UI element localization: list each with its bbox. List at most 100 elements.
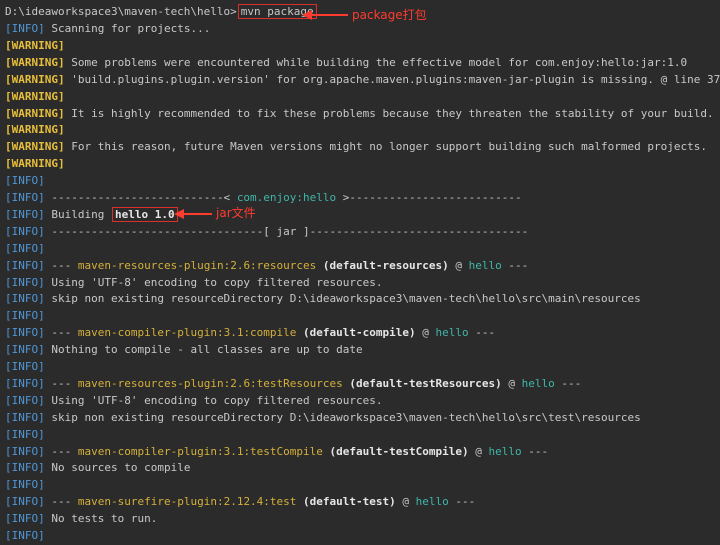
log-line: [INFO] --------------------------------[… (5, 223, 528, 240)
log-line: [INFO] (5, 307, 51, 324)
execution-id: (default-test) (303, 495, 396, 509)
log-line: [INFO] (5, 527, 51, 544)
log-level-tag: [WARNING] (5, 38, 65, 52)
log-level-tag: [INFO] (5, 444, 45, 458)
execution-id: (default-testResources) (349, 376, 502, 390)
log-message: --------------------------------[ jar ]-… (51, 224, 529, 238)
log-line: [INFO] --- maven-surefire-plugin:2.12.4:… (5, 495, 476, 509)
log-level-tag: [WARNING] (5, 55, 65, 69)
log-level-tag: [WARNING] (5, 89, 65, 103)
project-name: hello (488, 444, 522, 458)
project-name: hello (415, 495, 449, 509)
log-level-tag: [INFO] (5, 207, 45, 221)
log-line: [WARNING] It is highly recommended to fi… (5, 105, 714, 122)
separator: >-------------------------- (336, 191, 522, 204)
log-message: Scanning for projects... (51, 22, 211, 35)
log-level-tag: [INFO] (5, 275, 45, 289)
log-level-tag: [INFO] (5, 292, 45, 306)
execution-id: (default-compile) (303, 326, 416, 340)
log-message: Using 'UTF-8' encoding to copy filtered … (51, 393, 383, 407)
log-level-tag: [INFO] (5, 326, 45, 340)
log-level-tag: [INFO] (5, 478, 45, 492)
log-line: [WARNING] 'build.plugins.plugin.version'… (5, 71, 720, 88)
log-message: No tests to run. (51, 512, 158, 526)
log-level-tag: [WARNING] (5, 72, 65, 86)
log-message: skip non existing resourceDirectory D:\i… (51, 292, 641, 306)
build-label: Building (51, 207, 111, 221)
log-line: [WARNING] Some problems were encountered… (5, 54, 687, 71)
plugin-goal: maven-compiler-plugin:3.1:compile (77, 326, 297, 340)
artifact-coordinates: com.enjoy:hello (236, 191, 337, 204)
log-level-tag: [WARNING] (5, 157, 65, 171)
log-level-tag: [INFO] (5, 174, 45, 188)
log-level-tag: [INFO] (5, 393, 45, 407)
log-line: [INFO] No tests to run. (5, 510, 157, 527)
plugin-goal: maven-resources-plugin:2.6:testResources (77, 376, 343, 390)
log-level-tag: [INFO] (5, 191, 45, 204)
plugin-goal: maven-resources-plugin:2.6:resources (77, 258, 317, 272)
log-level-tag: [INFO] (5, 258, 45, 272)
log-level-tag: [INFO] (5, 360, 45, 373)
log-line: [WARNING] (5, 155, 71, 172)
log-message: Using 'UTF-8' encoding to copy filtered … (51, 275, 383, 289)
project-name: hello (435, 326, 469, 340)
log-line: [INFO] (5, 476, 51, 493)
log-line: [INFO] (5, 358, 51, 375)
execution-id: (default-resources) (322, 258, 449, 272)
log-line: [INFO] --------------------------< com.e… (5, 189, 522, 206)
log-message: It is highly recommended to fix these pr… (71, 106, 714, 120)
log-line: [INFO] (5, 426, 51, 443)
log-line: [INFO] (5, 240, 51, 257)
log-line: [INFO] (5, 172, 51, 189)
package-annotation-label: package打包 (352, 8, 427, 22)
log-line: [WARNING] (5, 88, 71, 105)
log-line: [INFO] --- maven-resources-plugin:2.6:re… (5, 258, 529, 272)
plugin-goal: maven-compiler-plugin:3.1:testCompile (77, 444, 323, 458)
log-level-tag: [INFO] (5, 22, 45, 35)
plugin-goal: maven-surefire-plugin:2.12.4:test (77, 495, 297, 509)
log-message: No sources to compile (51, 461, 191, 475)
log-line: [INFO] skip non existing resourceDirecto… (5, 290, 641, 307)
log-level-tag: [INFO] (5, 512, 45, 526)
log-line: [INFO] Scanning for projects... (5, 20, 210, 37)
project-name: hello (521, 376, 555, 390)
build-artifact-version: hello 1.0 (111, 206, 178, 222)
log-line: [INFO] --- maven-resources-plugin:2.6:te… (5, 376, 582, 390)
log-level-tag: [INFO] (5, 309, 45, 323)
log-level-tag: [INFO] (5, 427, 45, 441)
log-message: For this reason, future Maven versions m… (71, 140, 707, 154)
log-level-tag: [WARNING] (5, 106, 65, 120)
log-level-tag: [INFO] (5, 343, 45, 357)
log-line: [INFO] --- maven-compiler-plugin:3.1:tes… (5, 444, 549, 458)
log-level-tag: [INFO] (5, 376, 45, 390)
log-level-tag: [INFO] (5, 241, 45, 255)
execution-id: (default-testCompile) (329, 444, 469, 458)
log-line: [INFO] --- maven-compiler-plugin:3.1:com… (5, 326, 496, 340)
log-level-tag: [INFO] (5, 224, 45, 238)
log-line: [INFO] Using 'UTF-8' encoding to copy fi… (5, 274, 383, 291)
jar-arrow-icon (174, 209, 212, 219)
prompt-path: D:\ideaworkspace3\maven-tech\hello> (5, 5, 237, 18)
log-line: [WARNING] For this reason, future Maven … (5, 138, 707, 155)
log-line: [INFO] Nothing to compile - all classes … (5, 341, 363, 358)
log-level-tag: [INFO] (5, 410, 45, 424)
log-message: Some problems were encountered while bui… (71, 55, 688, 69)
log-line: [WARNING] (5, 37, 71, 54)
log-line: [WARNING] (5, 121, 71, 138)
log-line: [INFO] Building hello 1.0 (5, 206, 178, 223)
log-message: Nothing to compile - all classes are up … (51, 343, 363, 357)
log-line: [INFO] skip non existing resourceDirecto… (5, 409, 641, 426)
log-level-tag: [INFO] (5, 529, 45, 542)
terminal-output[interactable]: D:\ideaworkspace3\maven-tech\hello> mvn p… (0, 0, 720, 545)
command-line: D:\ideaworkspace3\maven-tech\hello> mvn p… (5, 3, 317, 20)
log-message: 'build.plugins.plugin.version' for org.a… (71, 72, 720, 86)
log-level-tag: [INFO] (5, 495, 45, 509)
separator: --------------------------< (51, 191, 237, 204)
log-line: [INFO] Using 'UTF-8' encoding to copy fi… (5, 392, 383, 409)
log-line: [INFO] No sources to compile (5, 459, 190, 476)
package-arrow-icon (302, 10, 348, 20)
log-level-tag: [INFO] (5, 461, 45, 475)
jar-annotation-label: jar文件 (216, 206, 256, 220)
log-message: skip non existing resourceDirectory D:\i… (51, 410, 641, 424)
log-level-tag: [WARNING] (5, 140, 65, 154)
